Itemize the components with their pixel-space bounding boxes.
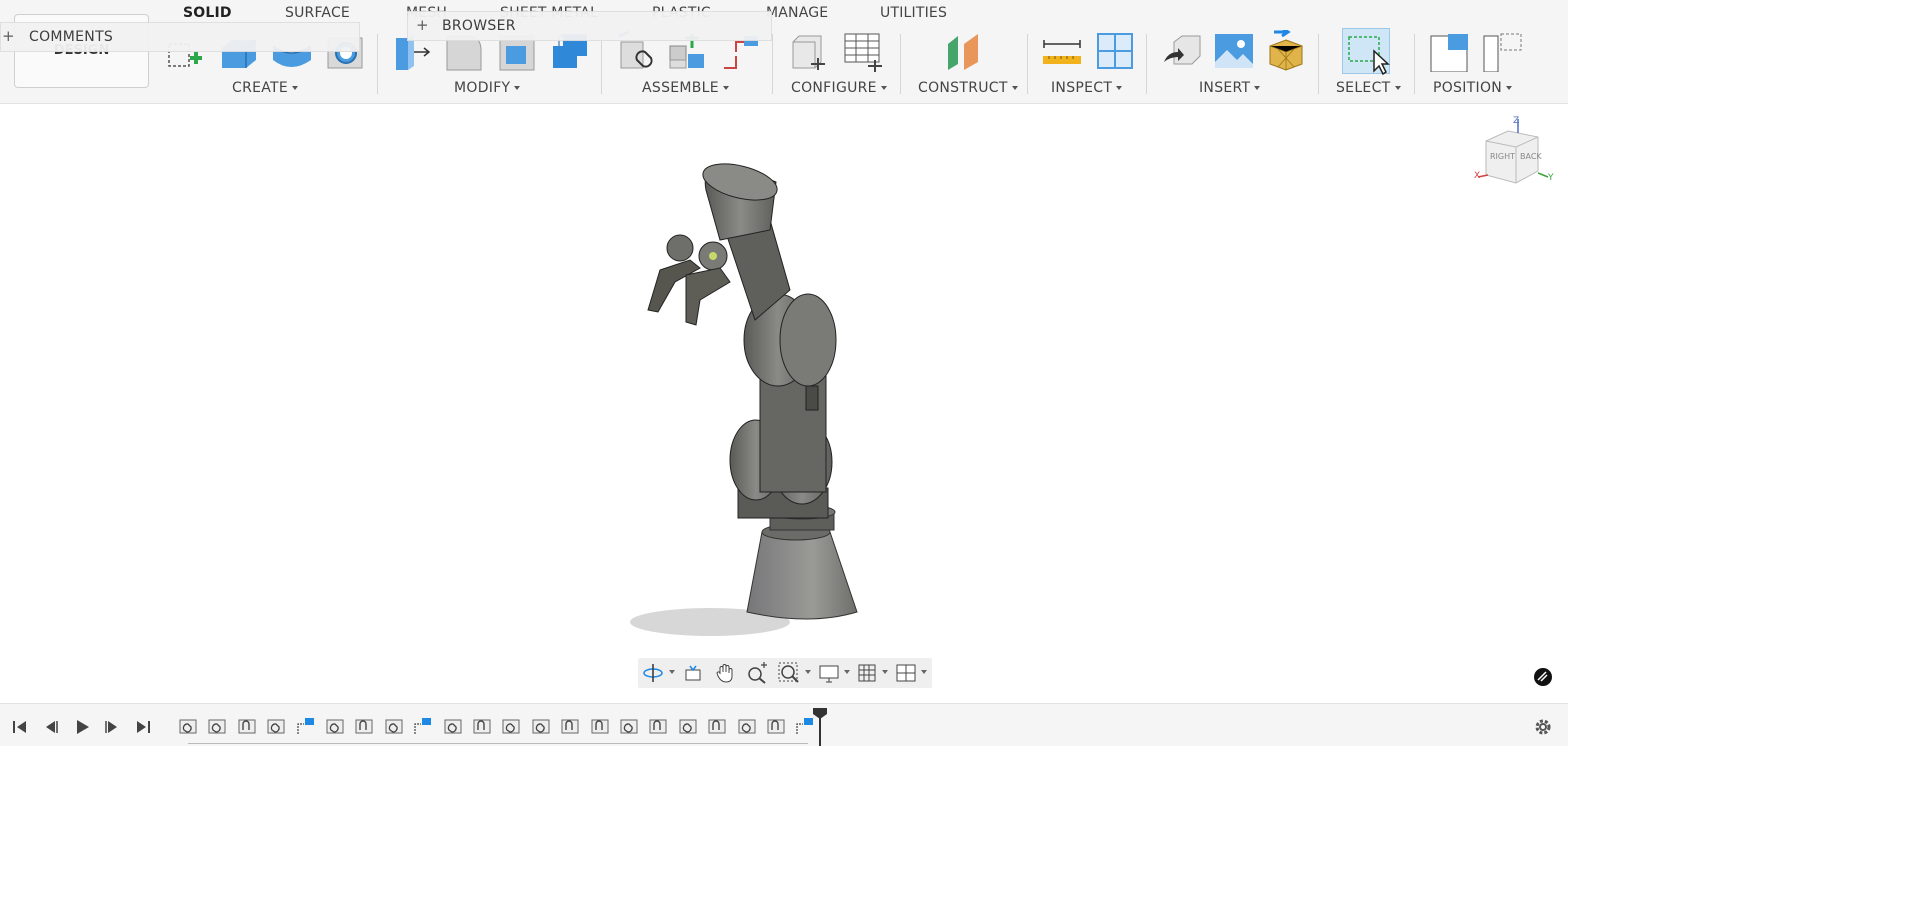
timeline-feature-joint-icon[interactable] bbox=[266, 716, 286, 736]
window-select-icon[interactable] bbox=[1342, 28, 1390, 76]
group-divider bbox=[1414, 34, 1415, 94]
timeline-feature-rigid-icon[interactable] bbox=[707, 716, 727, 736]
insert-mesh-icon[interactable] bbox=[1266, 26, 1308, 72]
fit-icon[interactable] bbox=[778, 662, 800, 684]
timeline-feature-rigid-icon[interactable] bbox=[560, 716, 580, 736]
tab-manage[interactable]: MANAGE bbox=[766, 5, 828, 21]
tab-utilities[interactable]: UTILITIES bbox=[880, 5, 947, 21]
orbit-icon[interactable] bbox=[642, 662, 664, 684]
timeline-feature-joint-icon[interactable] bbox=[207, 716, 227, 736]
timeline-feature-rigid-icon[interactable] bbox=[237, 716, 257, 736]
configure-menu[interactable]: CONFIGURE bbox=[791, 80, 887, 96]
modify-menu[interactable]: MODIFY bbox=[454, 80, 520, 96]
create-menu[interactable]: CREATE bbox=[232, 80, 298, 96]
robot-arm-model[interactable] bbox=[620, 160, 880, 650]
grid-dropdown-icon[interactable] bbox=[882, 670, 888, 674]
timeline-feature-joint-icon[interactable] bbox=[384, 716, 404, 736]
timeline-feature-joint-icon[interactable] bbox=[443, 716, 463, 736]
timeline-feature-rigid-icon[interactable] bbox=[766, 716, 786, 736]
comments-title: COMMENTS bbox=[29, 29, 114, 45]
tab-surface[interactable]: SURFACE bbox=[285, 5, 350, 21]
group-divider bbox=[1146, 34, 1147, 94]
viewcube-back-face[interactable]: BACK bbox=[1520, 152, 1542, 161]
select-menu[interactable]: SELECT bbox=[1336, 80, 1401, 96]
inspect-menu[interactable]: INSPECT bbox=[1051, 80, 1122, 96]
timeline-bar bbox=[0, 703, 1568, 746]
timeline-marker[interactable] bbox=[812, 708, 828, 746]
ribbon-toolbar: DESIGN SOLID SURFACE MESH SHEET METAL PL… bbox=[0, 0, 1568, 104]
timeline-feature-rigid-icon[interactable] bbox=[354, 716, 374, 736]
timeline-feature-rigid-icon[interactable] bbox=[472, 716, 492, 736]
construct-menu[interactable]: CONSTRUCT bbox=[918, 80, 1018, 96]
position-menu[interactable]: POSITION bbox=[1433, 80, 1512, 96]
timeline-feature-rigid-icon[interactable] bbox=[590, 716, 610, 736]
group-divider bbox=[900, 34, 901, 94]
viewports-dropdown-icon[interactable] bbox=[921, 670, 927, 674]
viewcube-axis-x: X bbox=[1474, 171, 1481, 181]
timeline-settings-gear-icon[interactable] bbox=[1532, 716, 1554, 738]
group-divider bbox=[1318, 34, 1319, 94]
timeline-feature-sketch-icon[interactable] bbox=[413, 716, 433, 736]
revert-position-icon[interactable] bbox=[1481, 30, 1523, 73]
insert-derive-icon[interactable] bbox=[1162, 30, 1204, 72]
zoom-icon[interactable] bbox=[746, 662, 768, 684]
browser-title: BROWSER bbox=[442, 18, 516, 34]
canvas-viewport[interactable]: RIGHT BACK Z X Y bbox=[0, 105, 1568, 695]
fusion-window: DESIGN SOLID SURFACE MESH SHEET METAL PL… bbox=[0, 0, 1568, 746]
extension-status-icon[interactable] bbox=[1534, 668, 1552, 686]
capture-position-icon[interactable] bbox=[1428, 30, 1470, 73]
orbit-dropdown-icon[interactable] bbox=[669, 670, 675, 674]
offset-plane-icon[interactable] bbox=[944, 30, 986, 72]
assemble-menu[interactable]: ASSEMBLE bbox=[642, 80, 729, 96]
insert-canvas-icon[interactable] bbox=[1213, 30, 1255, 72]
group-divider bbox=[772, 34, 773, 94]
expand-comments-icon[interactable]: + bbox=[2, 27, 15, 45]
section-analysis-icon[interactable] bbox=[1094, 30, 1136, 72]
timeline-feature-joint-icon[interactable] bbox=[501, 716, 521, 736]
timeline-track bbox=[188, 743, 808, 744]
pan-icon[interactable] bbox=[714, 662, 736, 684]
display-settings-icon[interactable] bbox=[818, 662, 840, 684]
expand-browser-icon[interactable]: + bbox=[416, 16, 429, 34]
timeline-feature-joint-icon[interactable] bbox=[531, 716, 551, 736]
display-settings-dropdown-icon[interactable] bbox=[844, 670, 850, 674]
insert-menu[interactable]: INSERT bbox=[1199, 80, 1260, 96]
grid-settings-icon[interactable] bbox=[856, 662, 878, 684]
timeline-feature-joint-icon[interactable] bbox=[325, 716, 345, 736]
measure-icon[interactable] bbox=[1041, 30, 1083, 72]
tab-solid[interactable]: SOLID bbox=[183, 5, 232, 21]
timeline-feature-joint-icon[interactable] bbox=[619, 716, 639, 736]
viewcube[interactable]: RIGHT BACK Z X Y bbox=[1474, 116, 1560, 191]
comments-panel[interactable]: + COMMENTS bbox=[0, 22, 360, 52]
viewports-icon[interactable] bbox=[895, 662, 917, 684]
go-to-end-icon[interactable] bbox=[132, 716, 154, 738]
timeline-feature-joint-icon[interactable] bbox=[678, 716, 698, 736]
configuration-table-icon[interactable] bbox=[842, 30, 884, 72]
play-icon[interactable] bbox=[71, 716, 93, 738]
browser-panel[interactable]: + BROWSER bbox=[407, 11, 772, 41]
viewcube-right-face[interactable]: RIGHT bbox=[1490, 152, 1515, 161]
go-to-start-icon[interactable] bbox=[9, 716, 31, 738]
look-at-icon[interactable] bbox=[682, 662, 704, 684]
group-divider bbox=[377, 34, 378, 94]
navigation-bar bbox=[638, 658, 932, 688]
step-back-icon[interactable] bbox=[40, 716, 62, 738]
timeline-feature-joint-icon[interactable] bbox=[737, 716, 757, 736]
timeline-feature-sketch-icon[interactable] bbox=[296, 716, 316, 736]
group-divider bbox=[601, 34, 602, 94]
viewcube-axis-y: Y bbox=[1548, 173, 1554, 183]
viewcube-axis-z: Z bbox=[1513, 116, 1520, 126]
timeline-feature-rigid-icon[interactable] bbox=[648, 716, 668, 736]
timeline-feature-joint-icon[interactable] bbox=[178, 716, 198, 736]
configure-parameters-icon[interactable] bbox=[789, 30, 831, 72]
zoom-dropdown-icon[interactable] bbox=[805, 670, 811, 674]
group-divider bbox=[1027, 34, 1028, 94]
step-forward-icon[interactable] bbox=[101, 716, 123, 738]
